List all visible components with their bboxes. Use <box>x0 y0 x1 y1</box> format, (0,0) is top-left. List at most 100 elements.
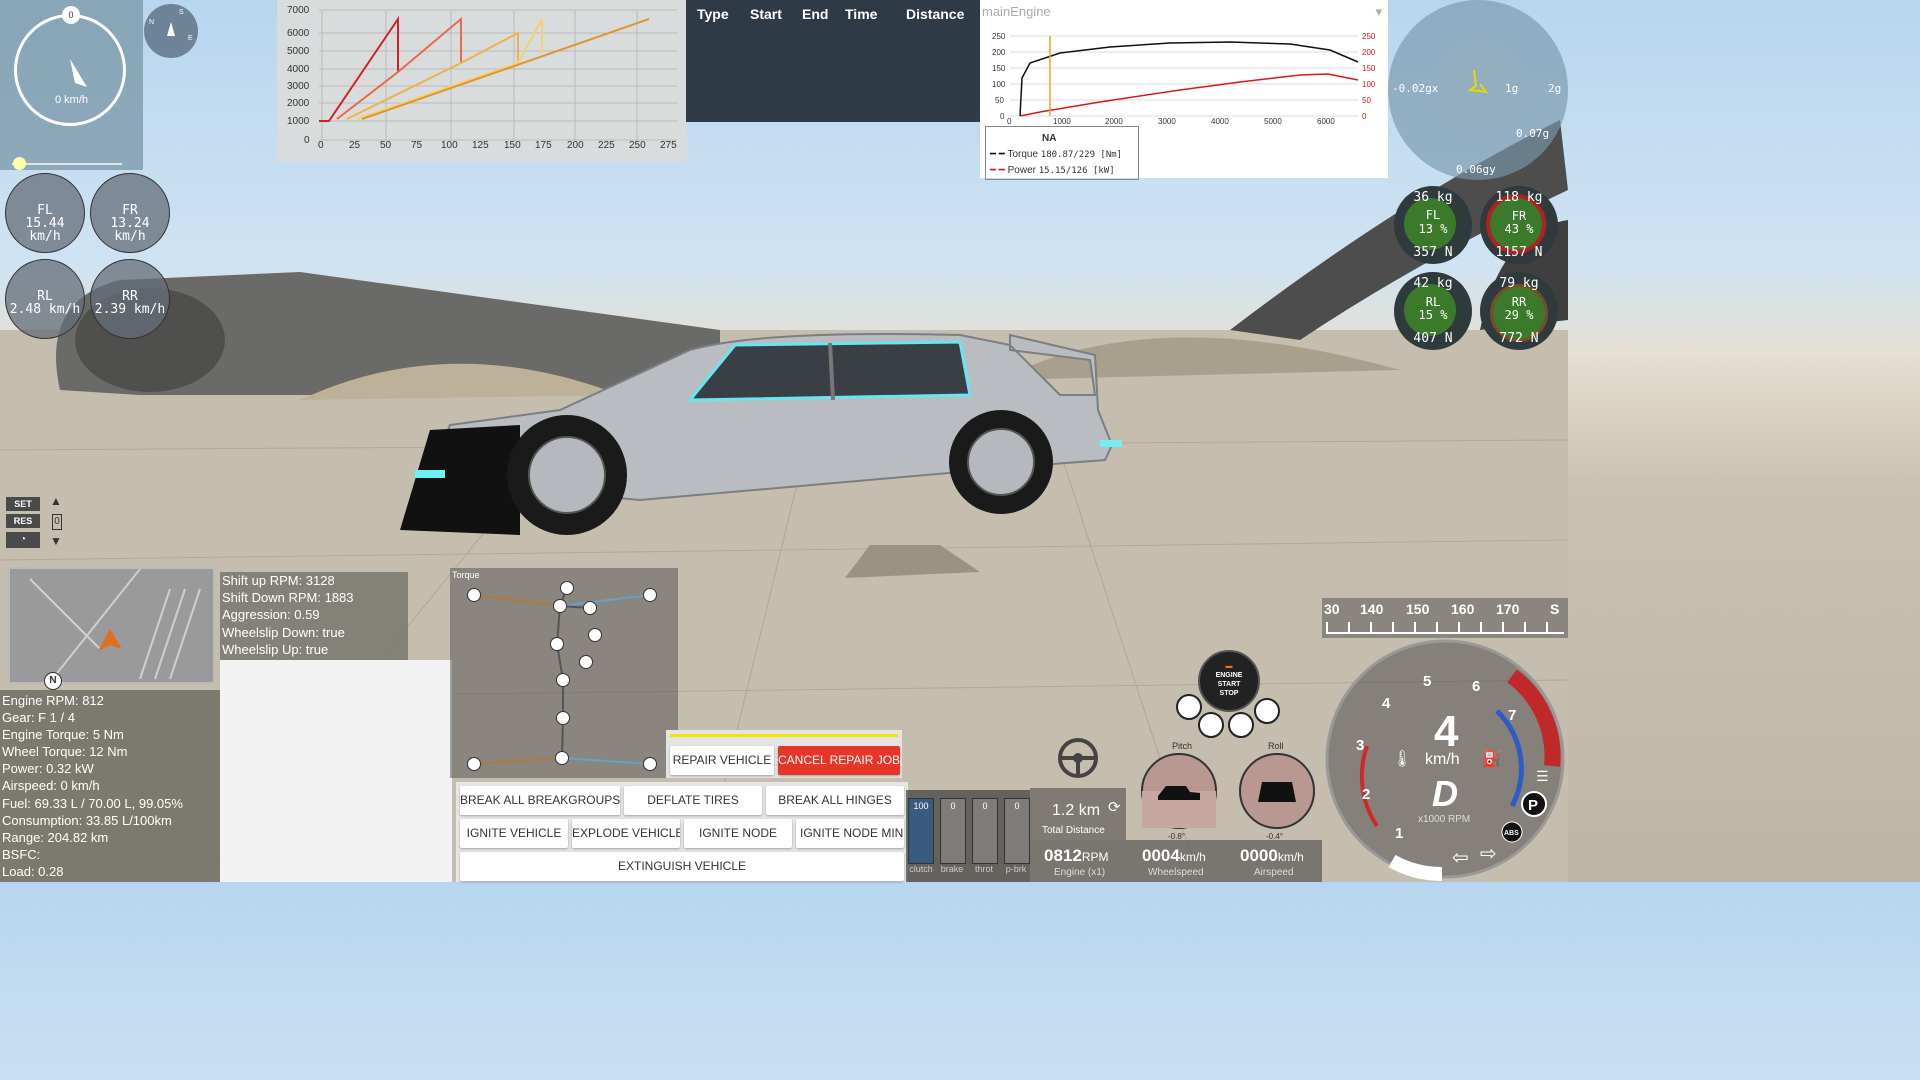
cruise-res-button[interactable]: RES <box>6 514 40 528</box>
wheel-node-icon <box>467 757 481 771</box>
x-tick: 275 <box>660 140 677 151</box>
digital-readouts: 0812RPM Engine (x1) 0004km/h Wheelspeed … <box>1030 840 1322 882</box>
rpm-tick: 1000 <box>1053 117 1071 126</box>
awd-icon[interactable] <box>1254 698 1280 724</box>
explode-vehicle-button[interactable]: EXPLODE VEHICLE <box>572 819 680 848</box>
rpm-tick: 0 <box>1007 117 1012 126</box>
shift-chart: 7000 6000 5000 4000 3000 2000 1000 0 0 2… <box>277 0 687 162</box>
legend-power-label: Power <box>1007 165 1036 176</box>
ignite-node-button[interactable]: IGNITE NODE <box>684 819 792 848</box>
load-kg: 79 kg <box>1499 276 1539 291</box>
torque-tick: 150 <box>992 64 1006 73</box>
g-meter-x-value: -0.02gx <box>1392 82 1439 95</box>
wheelspeed-unit: km/h <box>1179 850 1206 864</box>
fuel-icon: ⛽ <box>1482 749 1502 768</box>
engine-select-value: mainEngine <box>982 4 1051 19</box>
reset-icon[interactable]: ⟳ <box>1108 798 1121 816</box>
engine-start-button[interactable]: ▬ ENGINE START STOP <box>1198 650 1260 712</box>
x-tick: 25 <box>349 140 361 151</box>
break-hinges-button[interactable]: BREAK ALL HINGES <box>766 786 904 815</box>
pitch-indicator <box>1141 753 1217 829</box>
power-tick: 250 <box>1362 32 1376 41</box>
wheel-speed-fr: FR 13.24 km/h <box>90 173 170 253</box>
x-tick: 150 <box>504 140 521 151</box>
extinguish-vehicle-button[interactable]: EXTINGUISH VEHICLE <box>460 852 904 881</box>
turn-right-icon: ⇨ <box>1480 841 1497 865</box>
load-label: RR <box>1511 295 1527 309</box>
power-tick: 150 <box>1362 64 1376 73</box>
wheel-node-icon <box>643 588 657 602</box>
zoom-slider-track[interactable] <box>12 163 122 165</box>
engine-select[interactable]: mainEngine ▾ <box>980 4 1388 24</box>
legend-power-value: 15.15/126 [kW] <box>1038 166 1115 176</box>
brake-bar: 0 <box>940 798 966 864</box>
legend-torque: ━ ━ Torque 180.87/229 [Nm] <box>990 149 1123 160</box>
minimap-north-icon: N <box>44 672 62 690</box>
repair-vehicle-button[interactable]: REPAIR VEHICLE <box>670 746 774 775</box>
center-diff-icon[interactable] <box>1228 712 1254 738</box>
gauge-tick: 3 <box>1356 737 1364 754</box>
col-start: Start <box>750 6 782 22</box>
airspeed: Airspeed: 0 km/h <box>2 778 100 794</box>
truck-front-icon <box>1258 782 1296 802</box>
zoom-slider-knob[interactable] <box>13 157 26 170</box>
ignite-node-min-button[interactable]: IGNITE NODE MINIM <box>796 819 904 848</box>
coolant-temp-icon: 🌡 <box>1392 749 1412 768</box>
brake-node-icon <box>588 628 602 642</box>
drag-times-panel: Type Start End Time Distance <box>686 0 980 122</box>
engine-start-line3: STOP <box>1219 690 1239 697</box>
deflate-tires-button[interactable]: DEFLATE TIRES <box>624 786 762 815</box>
wheel-speed-fl: FL 15.44 km/h <box>5 173 85 253</box>
wheel-speed-rl: RL 2.48 km/h <box>5 259 85 339</box>
ignite-vehicle-button[interactable]: IGNITE VEHICLE <box>460 819 568 848</box>
repair-progress-bar <box>670 734 898 737</box>
wheel-speed-rr: RR 2.39 km/h <box>90 259 170 339</box>
clutch-label: clutch <box>909 864 933 874</box>
torque-tick: 200 <box>992 48 1006 57</box>
x-tick: 250 <box>629 140 646 151</box>
engine-torque: Engine Torque: 5 Nm <box>2 727 124 743</box>
diff-lock-icon[interactable] <box>1176 694 1202 720</box>
compass-letter-e: E <box>188 35 193 42</box>
wheel-speed-value: 2.39 km/h <box>94 302 166 317</box>
cruise-set-button[interactable]: SET <box>6 497 40 511</box>
parkingbrake-label: p-brk <box>1005 864 1027 874</box>
low-range-icon[interactable] <box>1198 712 1224 738</box>
g-meter-ring-1g: 1g <box>1505 82 1519 95</box>
torque-tick: 50 <box>995 96 1004 105</box>
legend-torque-value: 180.87/229 [Nm] <box>1040 150 1123 160</box>
wheelspeed-value: 0004 <box>1142 846 1180 865</box>
powertrain-tree: Torque <box>450 568 678 778</box>
cruise-control: SET RES ◔ <box>6 495 40 551</box>
cruise-up-icon[interactable]: ▲ <box>50 494 62 508</box>
x-tick: 225 <box>598 140 615 151</box>
y-tick: 0 <box>304 135 310 146</box>
y-tick: 7000 <box>287 5 310 16</box>
consumption: Consumption: 33.85 L/100km <box>2 812 172 828</box>
torque-curve-panel: mainEngine ▾ 250 200 150 100 50 0 250 20… <box>980 0 1388 180</box>
speed-zero-badge: 0 <box>62 6 80 24</box>
cruise-down-icon[interactable]: ▼ <box>50 534 62 548</box>
trip-panel: 1.2 km ⟳ Total Distance <box>1030 788 1126 840</box>
cancel-repair-button[interactable]: CANCEL REPAIR JOB <box>778 746 900 775</box>
col-distance: Distance <box>906 6 965 22</box>
load-pct: 15 % <box>1418 308 1448 322</box>
power-tick: 0 <box>1362 112 1367 121</box>
engine-stats-panel: Engine RPM: 812 Gear: F 1 / 4 Engine Tor… <box>0 690 220 882</box>
rpm-tick: 2000 <box>1105 117 1123 126</box>
minimap[interactable] <box>8 567 215 684</box>
heading-tick: 160 <box>1451 601 1475 617</box>
g-meter-ring-2g: 2g <box>1548 82 1562 95</box>
speed-readout: 0 km/h <box>54 94 88 106</box>
park-label: P <box>1528 797 1538 814</box>
x-tick: 125 <box>472 140 489 151</box>
heading-tick: 140 <box>1360 601 1384 617</box>
chevron-down-icon: ▾ <box>1375 4 1382 19</box>
load-force: 407 N <box>1413 331 1453 346</box>
load: Load: 0.28 <box>2 863 64 879</box>
break-breakgroups-button[interactable]: BREAK ALL BREAKGROUPS <box>460 786 620 815</box>
brake-value: 0 <box>950 801 956 811</box>
roll-label: Roll <box>1268 741 1284 751</box>
driveshaft-node-icon <box>556 673 570 687</box>
gauge-tick: 1 <box>1395 825 1403 842</box>
